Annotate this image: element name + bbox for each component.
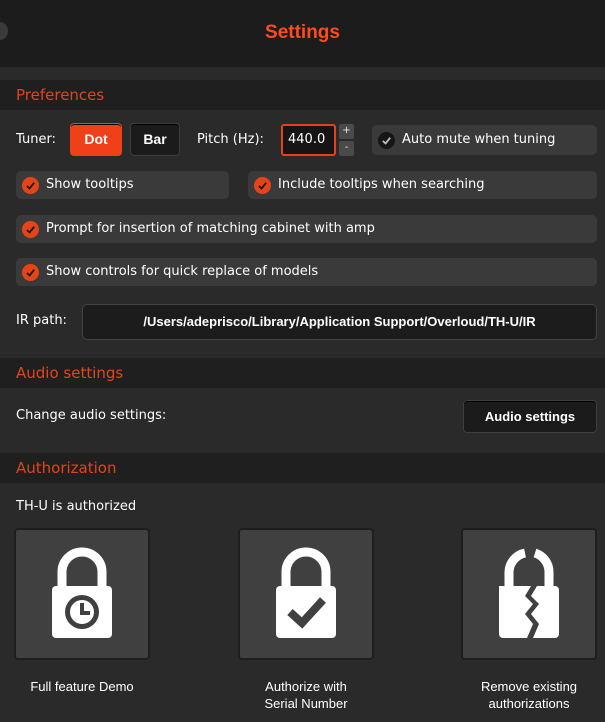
remove-authorizations-label: Remove existing authorizations	[480, 679, 578, 711]
preferences-header: Preferences	[0, 80, 605, 110]
pitch-stepper[interactable]: + -	[339, 124, 354, 157]
ir-path-label: IR path:	[16, 313, 67, 328]
include-tooltips-label: Include tooltips when searching	[278, 177, 485, 192]
title-bar: Settings	[0, 0, 605, 67]
lock-check-icon	[276, 547, 336, 638]
auto-mute-label: Auto mute when tuning	[402, 132, 556, 147]
include-tooltips-checkbox[interactable]: Include tooltips when searching	[248, 171, 597, 199]
tuner-label: Tuner:	[16, 132, 56, 147]
change-audio-label: Change audio settings:	[16, 408, 167, 423]
remove-authorizations-button[interactable]	[461, 528, 597, 660]
checkmark-icon	[22, 263, 39, 281]
authorization-header: Authorization	[0, 453, 605, 483]
audio-settings-button[interactable]: Audio settings	[463, 400, 597, 433]
show-tooltips-checkbox[interactable]: Show tooltips	[16, 171, 229, 199]
pitch-decrement-button[interactable]: -	[339, 141, 354, 156]
broken-lock-icon	[499, 548, 559, 638]
tuner-dot-button[interactable]: Dot	[70, 123, 122, 156]
full-demo-button[interactable]	[14, 528, 150, 660]
show-tooltips-label: Show tooltips	[46, 177, 134, 192]
prompt-cabinet-checkbox[interactable]: Prompt for insertion of matching cabinet…	[16, 215, 597, 243]
lock-clock-icon	[52, 547, 112, 638]
tuner-bar-button[interactable]: Bar	[130, 123, 180, 156]
pitch-input[interactable]: 440.0	[281, 124, 336, 156]
checkmark-icon	[22, 176, 39, 194]
quick-replace-label: Show controls for quick replace of model…	[46, 264, 319, 279]
audio-settings-header: Audio settings	[0, 358, 605, 388]
checkmark-icon	[378, 131, 395, 149]
pitch-increment-button[interactable]: +	[339, 124, 354, 139]
ir-path-field[interactable]: /Users/adeprisco/Library/Application Sup…	[82, 304, 597, 340]
prompt-cabinet-label: Prompt for insertion of matching cabinet…	[46, 221, 375, 236]
authorize-serial-label: Authorize with Serial Number	[264, 679, 348, 711]
checkmark-icon	[22, 220, 39, 238]
authorize-serial-button[interactable]	[238, 528, 374, 660]
auto-mute-checkbox[interactable]: Auto mute when tuning	[372, 125, 597, 155]
checkmark-icon	[254, 176, 271, 194]
quick-replace-checkbox[interactable]: Show controls for quick replace of model…	[16, 258, 597, 286]
pitch-label: Pitch (Hz):	[197, 132, 264, 147]
full-demo-label: Full feature Demo	[30, 679, 134, 694]
page-title: Settings	[265, 22, 340, 43]
authorization-status: TH-U is authorized	[16, 499, 137, 514]
